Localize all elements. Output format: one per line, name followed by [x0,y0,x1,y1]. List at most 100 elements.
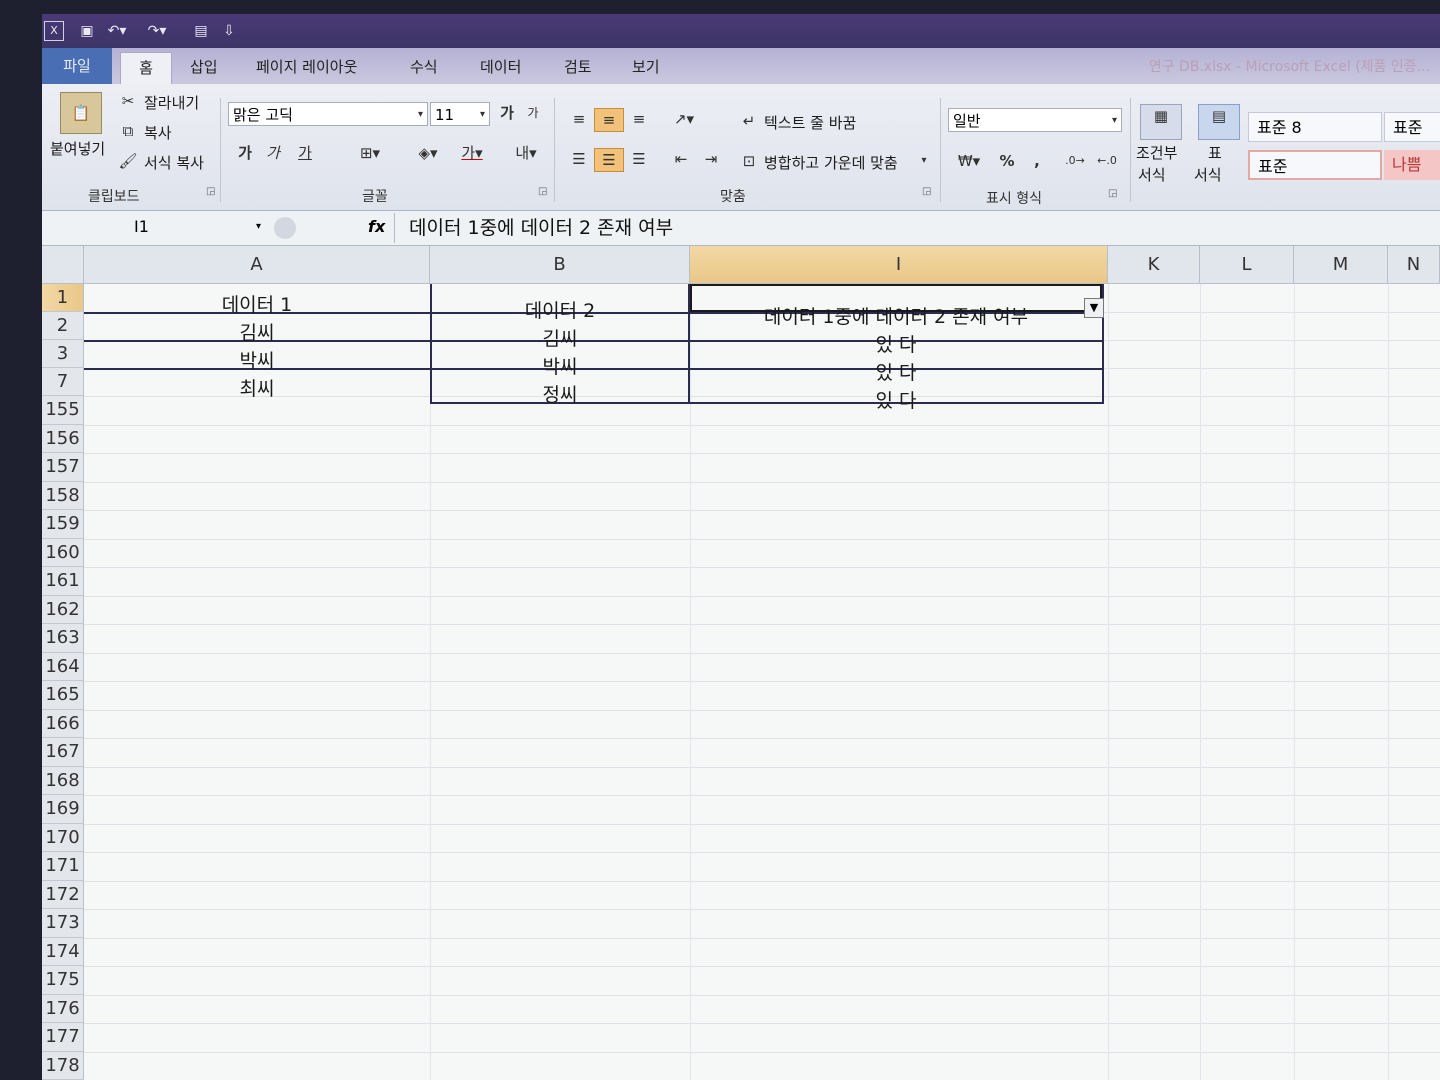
row-header[interactable]: 160 [42,538,84,567]
row-header[interactable]: 173 [42,909,84,938]
cut-icon[interactable]: ✂ [118,90,138,112]
wrap-text-button[interactable]: 텍스트 줄 바꿈 [764,112,856,133]
copy-icon[interactable]: ⧉ [118,120,138,142]
row-header[interactable]: 158 [42,481,84,510]
style-normal-a[interactable]: 표준 [1384,112,1440,142]
format-as-table-label-1[interactable]: 표 [1208,142,1222,163]
row-header[interactable]: 163 [42,624,84,653]
align-bottom-icon[interactable]: ≡ [626,108,652,130]
increase-decimal-icon[interactable]: .0→ [1062,150,1088,172]
paste-icon[interactable]: 📋 [60,92,102,134]
row-header[interactable]: 165 [42,681,84,710]
decrease-font-icon[interactable]: 가 [522,102,544,124]
tab-view[interactable]: 보기 [632,56,660,77]
format-as-table-label-2[interactable]: 서식 [1194,164,1222,185]
column-header-l[interactable]: L [1200,246,1294,284]
alignment-launcher-icon[interactable]: ◲ [922,186,931,197]
align-right-icon[interactable]: ☰ [626,148,652,170]
select-all-corner[interactable] [42,246,84,284]
row-header[interactable]: 2 [42,312,84,340]
bold-button[interactable]: 가 [234,142,256,164]
phonetic-icon[interactable]: 내▾ [506,142,546,164]
increase-font-icon[interactable]: 가 [496,102,518,124]
row-header[interactable]: 171 [42,852,84,881]
row-header[interactable]: 176 [42,994,84,1023]
chevron-down-icon[interactable]: ▾ [256,221,261,232]
conditional-format-label-2[interactable]: 서식 [1138,164,1166,185]
decrease-decimal-icon[interactable]: ←.0 [1094,150,1120,172]
cell-i2[interactable]: 있 다 [690,330,1102,357]
row-header[interactable]: 3 [42,340,84,368]
borders-icon[interactable]: ⊞▾ [352,142,388,164]
style-normal[interactable]: 표준 [1248,150,1382,180]
font-size-dropdown[interactable]: 11 ▾ [430,102,490,126]
row-header[interactable]: 175 [42,966,84,995]
style-normal-8[interactable]: 표준 8 [1248,112,1382,142]
align-left-icon[interactable]: ☰ [566,148,592,170]
merge-center-icon[interactable]: ⊡ [738,150,760,172]
column-header-b[interactable]: B [430,246,690,284]
tab-file[interactable]: 파일 [42,48,112,84]
format-painter-icon[interactable]: 🖌 [118,150,138,172]
align-middle-icon[interactable]: ≡ [594,108,624,132]
row-header[interactable]: 159 [42,510,84,539]
column-header-i[interactable]: I [690,246,1108,284]
row-header[interactable]: 166 [42,709,84,738]
spreadsheet-grid[interactable]: A B I K L M N 1 2 3 7 155 156 157 158 159 160 161 1… [42,246,1440,1080]
comma-button[interactable]: , [1026,150,1048,172]
formula-bar-handle-icon[interactable] [274,217,296,239]
form-icon[interactable]: ▤ [190,21,212,41]
cell-a1[interactable]: 데이터 1 [84,290,430,317]
row-header[interactable]: 174 [42,937,84,966]
row-header[interactable]: 172 [42,880,84,909]
formula-input[interactable]: 데이터 1중에 데이터 2 존재 여부 [394,213,1440,243]
row-header[interactable]: 1 [42,284,84,312]
cell-a7[interactable]: 최씨 [84,374,430,401]
redo-icon[interactable]: ↷▾ [146,21,168,41]
column-header-k[interactable]: K [1108,246,1200,284]
align-center-icon[interactable]: ☰ [594,148,624,172]
style-bad[interactable]: 나쁨 [1384,150,1440,180]
column-header-m[interactable]: M [1294,246,1388,284]
cell-a2[interactable]: 김씨 [84,318,430,345]
row-header[interactable]: 170 [42,823,84,852]
chevron-down-icon[interactable]: ▾ [918,150,930,172]
tab-formulas[interactable]: 수식 [410,56,438,77]
cut-button[interactable]: 잘라내기 [144,92,199,113]
italic-button[interactable]: 가 [262,142,284,164]
font-color-icon[interactable]: 가▾ [452,142,492,164]
undo-icon[interactable]: ↶▾ [106,21,128,41]
cell-b7[interactable]: 정씨 [430,380,690,407]
row-header[interactable]: 7 [42,368,84,396]
name-box[interactable]: I1 [42,213,270,241]
tab-insert[interactable]: 삽입 [190,56,218,77]
conditional-format-label-1[interactable]: 조건부 [1136,142,1177,163]
insert-function-icon[interactable]: fx [368,217,385,236]
cell-i7[interactable]: 있 다 [690,386,1102,413]
excel-app-icon[interactable]: X [44,21,64,41]
number-format-dropdown[interactable]: 일반 ▾ [948,108,1122,132]
row-header[interactable]: 161 [42,567,84,596]
number-launcher-icon[interactable]: ◲ [1108,188,1117,199]
row-header[interactable]: 178 [42,1051,84,1080]
filter-dropdown-icon[interactable]: ▼ [1084,298,1104,318]
tab-home[interactable]: 홈 [120,52,172,85]
row-header[interactable]: 157 [42,453,84,482]
row-header[interactable]: 164 [42,652,84,681]
merge-center-button[interactable]: 병합하고 가운데 맞춤 [764,152,898,173]
percent-button[interactable]: % [996,150,1018,172]
format-as-table-icon[interactable]: ▤ [1198,104,1240,140]
row-header[interactable]: 155 [42,396,84,425]
row-header[interactable]: 168 [42,766,84,795]
cell-b2[interactable]: 김씨 [430,324,690,351]
orientation-icon[interactable]: ↗▾ [666,108,702,130]
cell-b1[interactable]: 데이터 2 [430,296,690,323]
paste-button[interactable]: 붙여넣기 [50,138,105,159]
font-name-dropdown[interactable]: 맑은 고딕 ▾ [228,102,428,126]
cell-a3[interactable]: 박씨 [84,346,430,373]
customize-quick-access-icon[interactable]: ⇩ [218,21,240,41]
column-header-a[interactable]: A [84,246,430,284]
tab-data[interactable]: 데이터 [480,56,521,77]
underline-button[interactable]: 가 [294,142,316,164]
clipboard-launcher-icon[interactable]: ◲ [206,186,215,197]
